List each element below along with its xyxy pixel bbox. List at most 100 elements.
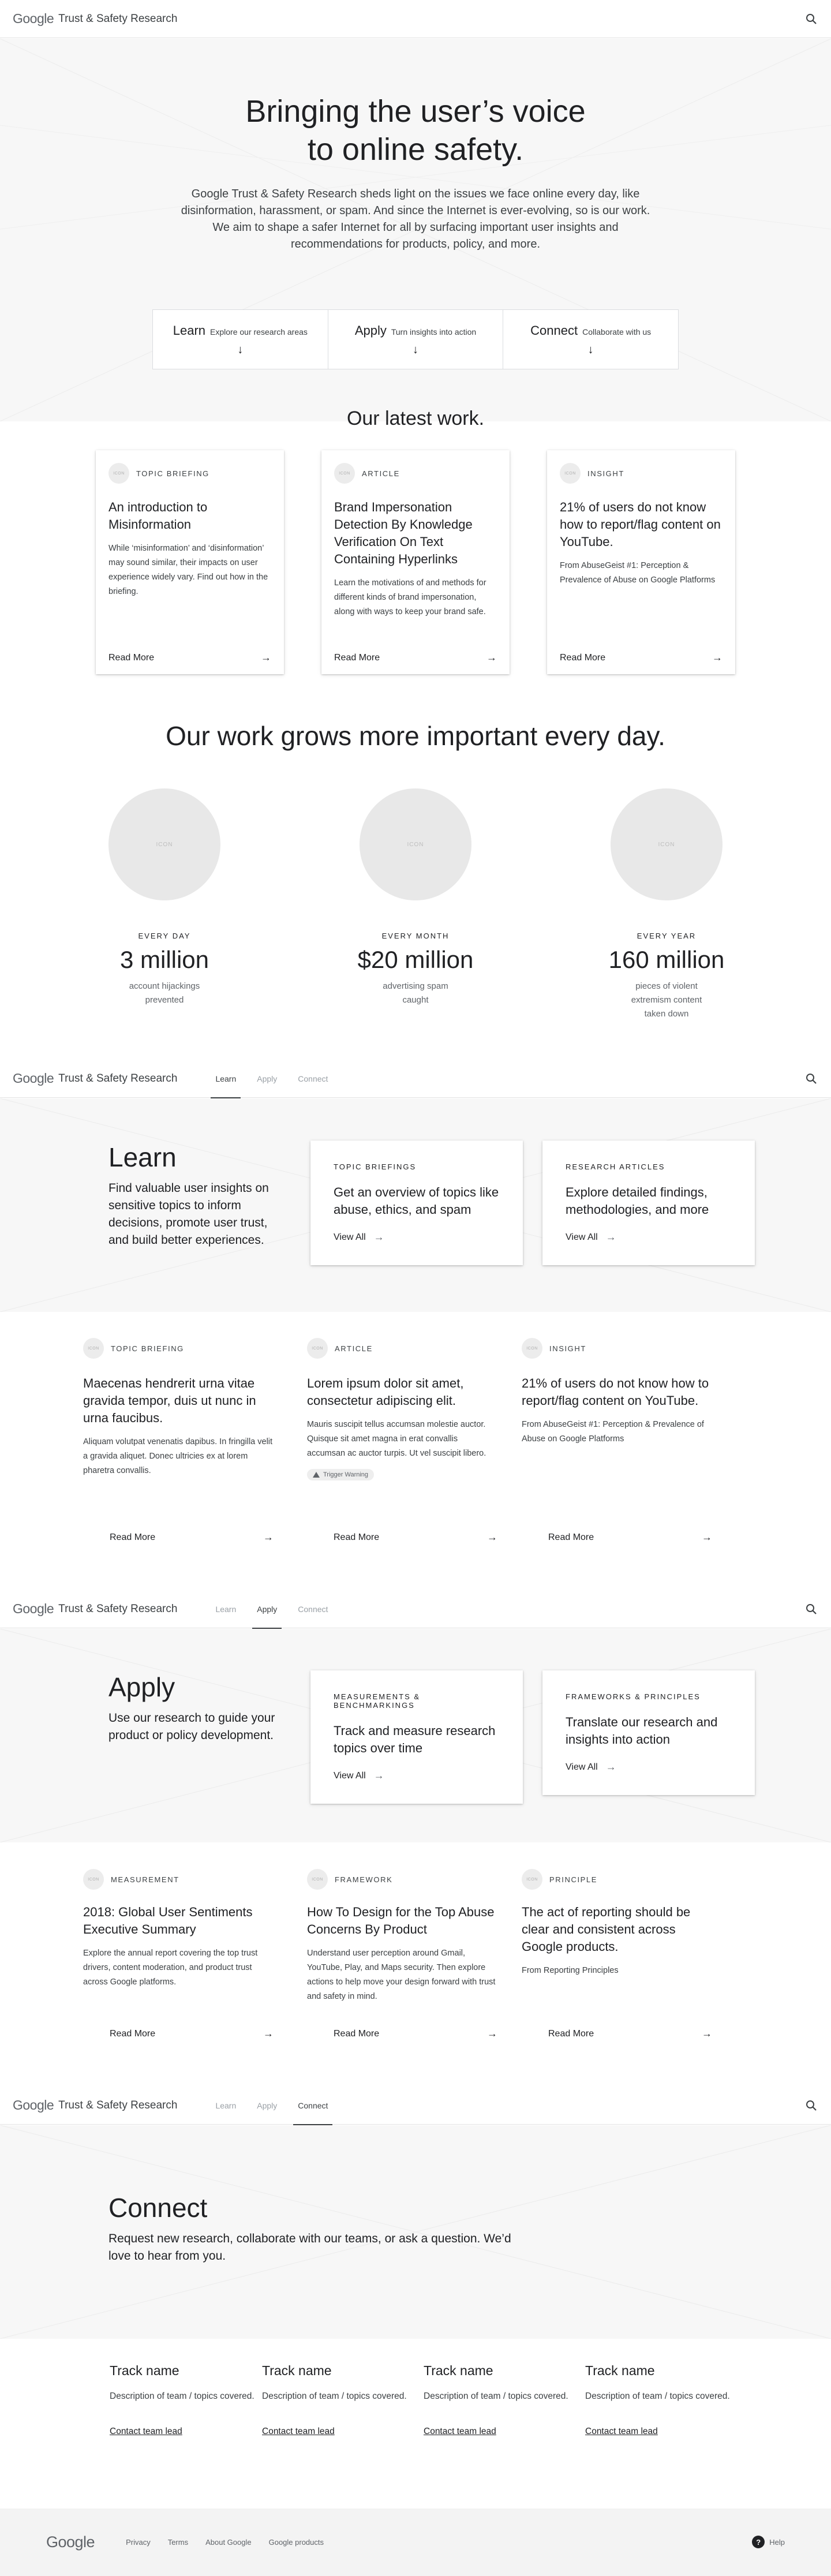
top-bar-connect: Google Trust & Safety Research Learn App… bbox=[0, 2087, 831, 2125]
stats-title: Our work grows more important every day. bbox=[166, 721, 665, 751]
site-name[interactable]: Trust & Safety Research bbox=[58, 1072, 177, 1085]
stat-every-year: ICON EVERY YEAR 160 million pieces of vi… bbox=[580, 788, 753, 1021]
search-icon[interactable] bbox=[804, 1602, 818, 1616]
learn-title: Learn bbox=[108, 1142, 177, 1172]
top-nav: Learn Apply Connect bbox=[205, 1060, 338, 1098]
latest-card-1[interactable]: ICON TOPIC BRIEFING An introduction to Mi… bbox=[96, 450, 284, 674]
card-body: Understand user perception around Gmail,… bbox=[307, 1949, 496, 2001]
google-logo[interactable]: Google bbox=[13, 1601, 54, 1617]
read-more-label: Read More bbox=[110, 1532, 156, 1542]
cta-connect[interactable]: Connect Collaborate with us ↓ bbox=[503, 310, 678, 369]
google-logo[interactable]: Google bbox=[13, 2098, 54, 2113]
help-button[interactable]: ? Help bbox=[752, 2536, 785, 2548]
view-all-link[interactable]: View All → bbox=[566, 1231, 732, 1243]
nav-connect[interactable]: Connect bbox=[287, 1590, 338, 1628]
nav-learn[interactable]: Learn bbox=[205, 1590, 246, 1628]
apply-card-3[interactable]: ICON PRINCIPLE The act of reporting shoul… bbox=[522, 1869, 712, 2040]
footer-link-terms[interactable]: Terms bbox=[168, 2538, 188, 2547]
card-title: The act of reporting should be clear and… bbox=[522, 1905, 691, 1954]
read-more-link[interactable]: Read More → bbox=[110, 2028, 274, 2040]
site-name[interactable]: Trust & Safety Research bbox=[58, 2099, 177, 2112]
footer-google-logo[interactable]: Google bbox=[46, 2533, 95, 2551]
nav-connect[interactable]: Connect bbox=[287, 1060, 338, 1098]
top-bar-learn: Google Trust & Safety Research Learn App… bbox=[0, 1060, 831, 1098]
read-more-link[interactable]: Read More → bbox=[108, 652, 271, 664]
cta-apply[interactable]: Apply Turn insights into action ↓ bbox=[328, 310, 504, 369]
card-body: From AbuseGeist #1: Perception & Prevale… bbox=[522, 1420, 704, 1444]
search-icon[interactable] bbox=[804, 12, 818, 26]
track-name: Track name bbox=[424, 2363, 493, 2378]
arrow-right-icon: → bbox=[263, 2028, 274, 2039]
site-name[interactable]: Trust & Safety Research bbox=[58, 13, 177, 25]
footer-link-privacy[interactable]: Privacy bbox=[126, 2538, 151, 2547]
read-more-link[interactable]: Read More → bbox=[548, 2028, 712, 2040]
hero-title: Bringing the user’s voice to online safe… bbox=[0, 92, 831, 169]
nav-apply[interactable]: Apply bbox=[246, 1060, 287, 1098]
card-title: An introduction to Misinformation bbox=[108, 500, 208, 532]
nav-learn[interactable]: Learn bbox=[205, 2087, 246, 2125]
card-kicker: INSIGHT bbox=[587, 469, 624, 478]
read-more-link[interactable]: Read More → bbox=[334, 2028, 497, 2040]
view-all-label: View All bbox=[566, 1762, 598, 1772]
track-name: Track name bbox=[262, 2363, 332, 2378]
latest-card-2[interactable]: ICON ARTICLE Brand Impersonation Detectio… bbox=[321, 450, 510, 674]
contact-team-lead-link[interactable]: Contact team lead bbox=[585, 2427, 658, 2437]
stat-desc: pieces of violent extremism content take… bbox=[631, 981, 702, 1019]
google-logo[interactable]: Google bbox=[13, 11, 54, 27]
track-4: Track name Description of team / topics … bbox=[585, 2363, 735, 2437]
track-description: Description of team / topics covered. bbox=[424, 2391, 568, 2401]
apply-description: Use our research to guide your product o… bbox=[108, 1711, 275, 1742]
contact-team-lead-link[interactable]: Contact team lead bbox=[262, 2427, 335, 2437]
learn-card-2[interactable]: ICON ARTICLE Lorem ipsum dolor sit amet, … bbox=[307, 1338, 497, 1543]
apply-card-1[interactable]: ICON MEASUREMENT 2018: Global User Sentim… bbox=[83, 1869, 274, 2040]
learn-card-1[interactable]: ICON TOPIC BRIEFING Maecenas hendrerit ur… bbox=[83, 1338, 274, 1543]
apply-card-2[interactable]: ICON FRAMEWORK How To Design for the Top … bbox=[307, 1869, 497, 2040]
view-all-link[interactable]: View All → bbox=[566, 1761, 732, 1773]
arrow-right-icon: → bbox=[487, 2028, 497, 2039]
learn-card-3[interactable]: ICON INSIGHT 21% of users do not know how… bbox=[522, 1338, 712, 1543]
read-more-link[interactable]: Read More → bbox=[560, 652, 723, 664]
nav-apply[interactable]: Apply bbox=[246, 2087, 287, 2125]
google-logo[interactable]: Google bbox=[13, 1071, 54, 1086]
placeholder-icon: ICON bbox=[307, 1338, 328, 1359]
arrow-down-icon: ↓ bbox=[587, 343, 594, 356]
arrow-right-icon: → bbox=[263, 1531, 274, 1543]
nav-connect[interactable]: Connect bbox=[287, 2087, 338, 2125]
footer-link-about[interactable]: About Google bbox=[205, 2538, 252, 2547]
footer-link-products[interactable]: Google products bbox=[269, 2538, 324, 2547]
stat-value: $20 million bbox=[357, 946, 474, 973]
card-title: Maecenas hendrerit urna vitae gravida te… bbox=[83, 1376, 256, 1425]
research-articles-box[interactable]: RESEARCH ARTICLES Explore detailed findi… bbox=[542, 1141, 755, 1265]
contact-team-lead-link[interactable]: Contact team lead bbox=[424, 2427, 496, 2437]
topic-briefings-box[interactable]: TOPIC BRIEFINGS Get an overview of topic… bbox=[310, 1141, 523, 1265]
read-more-label: Read More bbox=[334, 1532, 380, 1542]
view-all-link[interactable]: View All → bbox=[334, 1770, 500, 1782]
view-all-link[interactable]: View All → bbox=[334, 1231, 500, 1243]
view-all-label: View All bbox=[566, 1232, 598, 1242]
frameworks-box[interactable]: FRAMEWORKS & PRINCIPLES Translate our re… bbox=[542, 1670, 755, 1795]
search-icon[interactable] bbox=[804, 1072, 818, 1086]
card-body: Mauris suscipit tellus accumsan molestie… bbox=[307, 1420, 486, 1458]
arrow-right-icon: → bbox=[487, 1531, 497, 1543]
read-more-link[interactable]: Read More → bbox=[334, 1531, 497, 1543]
nav-learn[interactable]: Learn bbox=[205, 1060, 246, 1098]
search-icon[interactable] bbox=[804, 2099, 818, 2113]
arrow-right-icon: → bbox=[702, 1531, 712, 1543]
cta-learn-sub: Explore our research areas bbox=[210, 327, 308, 337]
read-more-link[interactable]: Read More → bbox=[110, 1531, 274, 1543]
placeholder-icon: ICON bbox=[611, 788, 723, 900]
arrow-right-icon: → bbox=[605, 1761, 616, 1773]
track-description: Description of team / topics covered. bbox=[262, 2391, 407, 2401]
latest-card-3[interactable]: ICON INSIGHT 21% of users do not know how… bbox=[547, 450, 735, 674]
view-all-label: View All bbox=[334, 1770, 366, 1781]
site-name[interactable]: Trust & Safety Research bbox=[58, 1603, 177, 1616]
cta-row: Learn Explore our research areas ↓ Apply T… bbox=[152, 309, 679, 369]
read-more-link[interactable]: Read More → bbox=[548, 1531, 712, 1543]
cta-learn[interactable]: Learn Explore our research areas ↓ bbox=[153, 310, 328, 369]
measurements-box[interactable]: MEASUREMENTS & BENCHMARKINGS Track and m… bbox=[310, 1670, 523, 1804]
box-title: Get an overview of topics like abuse, et… bbox=[334, 1185, 499, 1217]
read-more-link[interactable]: Read More → bbox=[334, 652, 497, 664]
nav-apply[interactable]: Apply bbox=[246, 1590, 287, 1629]
box-title: Explore detailed findings, methodologies… bbox=[566, 1185, 709, 1217]
contact-team-lead-link[interactable]: Contact team lead bbox=[110, 2427, 182, 2437]
